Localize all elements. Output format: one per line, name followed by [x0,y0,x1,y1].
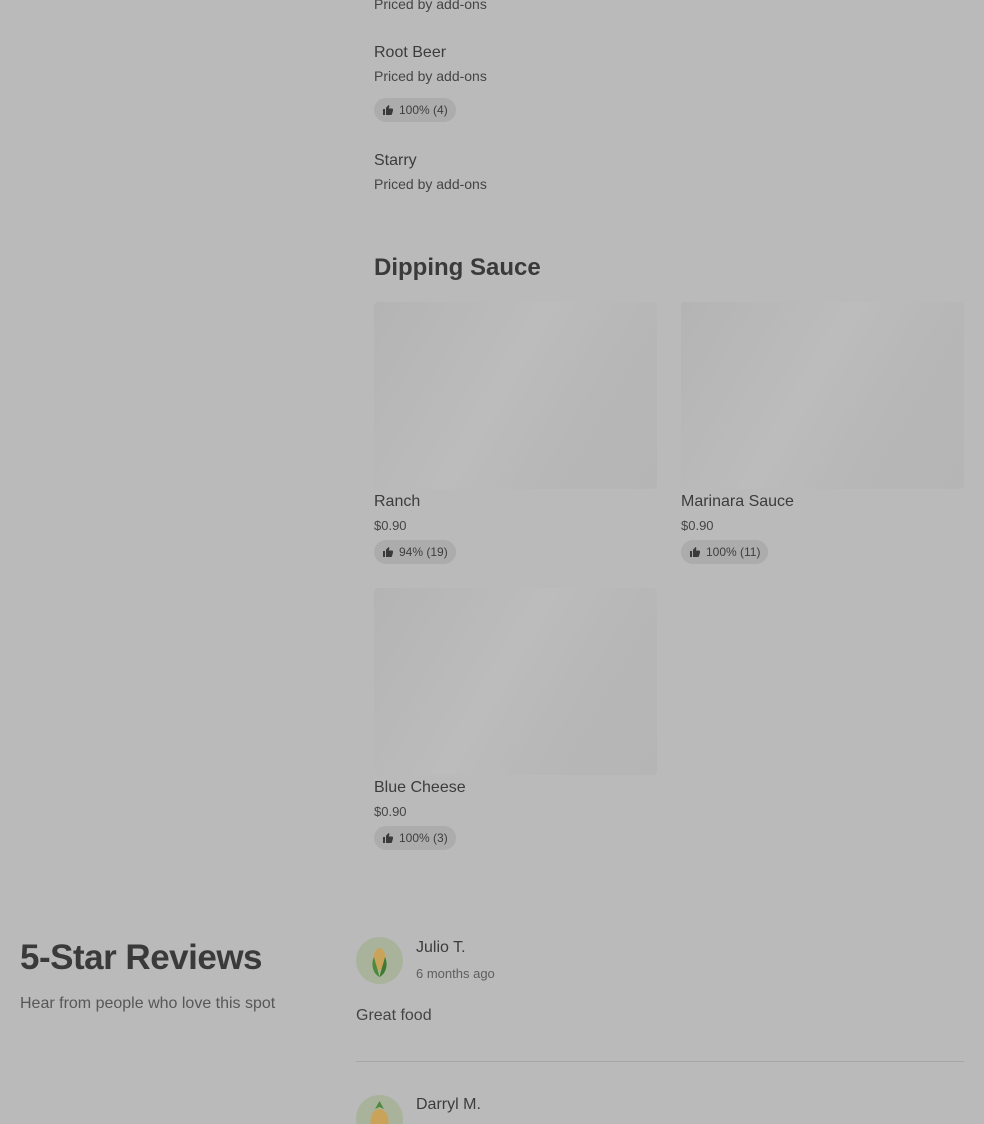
rating-text: 100% (3) [399,831,448,845]
rating-text: 94% (19) [399,545,448,559]
rating-badge: 100% (3) [374,826,456,850]
thumbs-up-icon [383,833,393,843]
reviews-title: 5-Star Reviews [20,938,263,977]
item-name: Starry [374,152,417,169]
menu-item-starry[interactable]: Starry Priced by add-ons [374,152,674,202]
item-subtitle: Priced by add-ons [374,68,487,84]
item-image [374,588,657,775]
rating-badge: 100% (11) [681,540,769,564]
item-name: Blue Cheese [374,779,466,796]
review-date: 6 months ago [416,966,495,981]
reviews-subtitle: Hear from people who love this spot [20,995,276,1012]
thumbs-up-icon [690,547,700,557]
pineapple-icon [370,1101,389,1124]
reviewer-name: Julio T. [416,939,466,956]
rating-badge: 94% (19) [374,540,456,564]
rating-text: 100% (4) [399,103,448,117]
item-price: $0.90 [681,518,714,533]
review-divider [356,1061,964,1062]
reviewer-name: Darryl M. [416,1096,481,1113]
thumbs-up-icon [383,105,393,115]
item-name: Marinara Sauce [681,493,794,510]
item-image [374,302,657,489]
avatar [356,1095,403,1124]
avatar [356,937,403,984]
menu-item-root-beer[interactable]: Root Beer Priced by add-ons [374,44,674,94]
item-price: $0.90 [374,518,407,533]
thumbs-up-icon [383,547,393,557]
section-title: Dipping Sauce [374,254,541,281]
rating-text: 100% (11) [706,545,761,559]
item-name: Ranch [374,493,421,510]
review-text: Great food [356,1007,432,1024]
item-subtitle: Priced by add-ons [374,176,487,192]
item-name: Root Beer [374,44,447,61]
item-image [681,302,964,489]
rating-badge: 100% (4) [374,98,456,122]
item-subtitle: Priced by add-ons [374,0,487,12]
item-price: $0.90 [374,804,407,819]
corn-icon [372,948,387,977]
